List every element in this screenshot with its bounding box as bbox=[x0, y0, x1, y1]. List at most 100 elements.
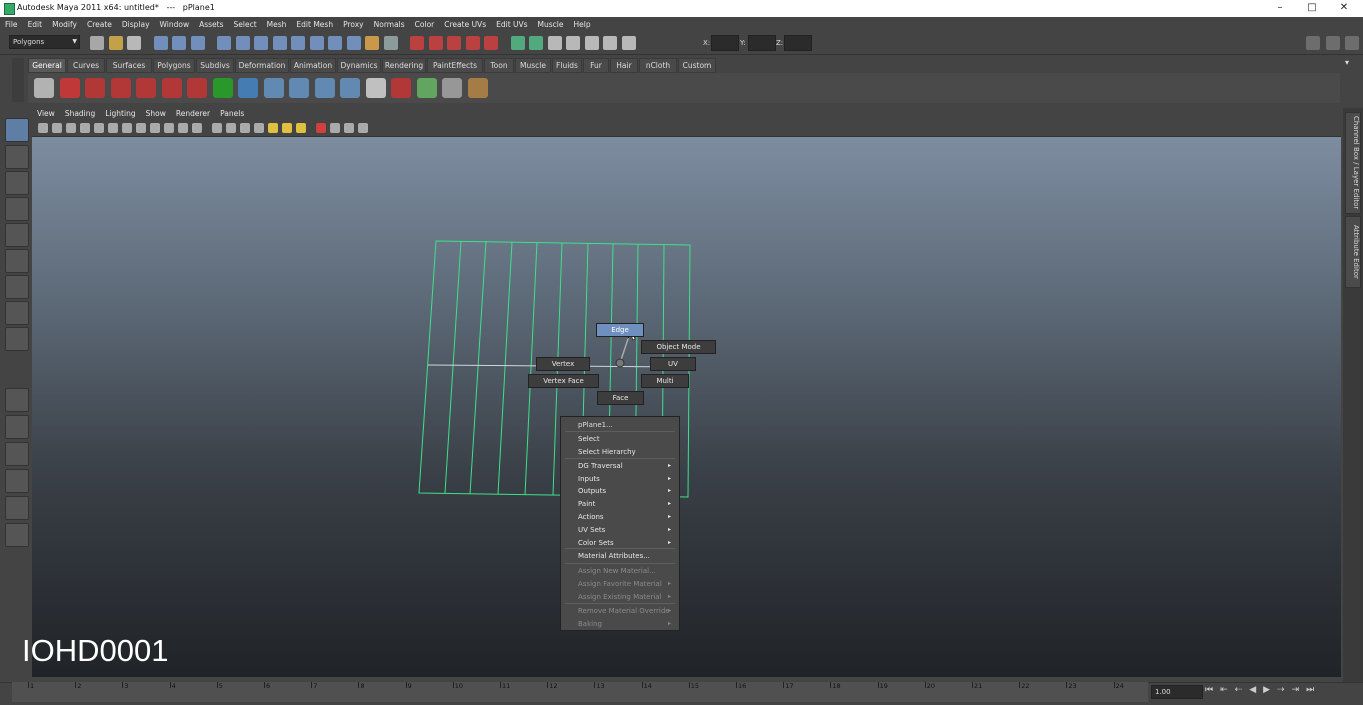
snap-to-surface-icon[interactable] bbox=[309, 36, 324, 50]
default-material-icon[interactable] bbox=[240, 123, 250, 133]
single-perspective-layout-icon[interactable] bbox=[5, 388, 29, 412]
attribute-editor-tab[interactable]: Attribute Editor bbox=[1345, 216, 1361, 288]
safe-action-icon[interactable] bbox=[178, 123, 188, 133]
history-icon[interactable] bbox=[383, 36, 398, 50]
rotate-tool-icon[interactable] bbox=[5, 223, 29, 247]
menu-edit[interactable]: Edit bbox=[23, 17, 48, 32]
persp-graph-hypergraph-layout-icon[interactable] bbox=[5, 523, 29, 547]
image-plane-icon[interactable] bbox=[80, 123, 90, 133]
select-by-hierarchy-icon[interactable] bbox=[153, 36, 168, 50]
step-forward-key-icon[interactable]: ⇥ bbox=[1292, 685, 1307, 695]
select-by-component-icon[interactable] bbox=[190, 36, 205, 50]
context-item-actions[interactable]: Actions ▸ bbox=[578, 512, 671, 522]
select-by-object-icon[interactable] bbox=[172, 36, 186, 50]
select-tool-icon[interactable] bbox=[5, 118, 29, 142]
minimize-button[interactable]: – bbox=[1266, 1, 1294, 15]
maximize-button[interactable]: □ bbox=[1298, 1, 1326, 15]
play-backward-icon[interactable]: ◀ bbox=[1249, 685, 1263, 695]
context-item-paint[interactable]: Paint ▸ bbox=[578, 499, 671, 509]
shelf-tab-curves[interactable]: Curves bbox=[67, 58, 105, 73]
context-item-inputs[interactable]: Inputs ▸ bbox=[578, 474, 671, 484]
paint-brush-icon[interactable] bbox=[467, 78, 488, 98]
field-chart-icon[interactable] bbox=[164, 123, 174, 133]
step-forward-icon[interactable]: ⇢ bbox=[1277, 685, 1292, 695]
two-d-pan-icon[interactable] bbox=[94, 123, 104, 133]
script-icon[interactable] bbox=[365, 78, 386, 98]
camera-attributes-icon[interactable] bbox=[52, 123, 62, 133]
snap-view-plane-icon[interactable] bbox=[272, 36, 287, 50]
render-view-icon[interactable] bbox=[484, 36, 498, 50]
shelf-tab-polygons[interactable]: Polygons bbox=[153, 58, 195, 73]
perspective-viewport[interactable] bbox=[32, 137, 1341, 677]
time-ruler[interactable]: 1 2 3 4 5 6 7 8 9 10 11 12 13 14 15 16 17 18 19 20 21 22 23 24 bbox=[12, 682, 1148, 702]
menu-edit-mesh[interactable]: Edit Mesh bbox=[291, 17, 338, 32]
film-gate-icon[interactable] bbox=[122, 123, 132, 133]
shelf-menu-icon[interactable]: ▾ bbox=[1345, 58, 1349, 67]
shelf-tab-ncloth[interactable]: nCloth bbox=[639, 58, 677, 73]
magnet-icon[interactable] bbox=[85, 78, 105, 98]
layout-icon[interactable] bbox=[1306, 36, 1320, 50]
render-current-icon[interactable] bbox=[410, 36, 424, 50]
joint-icon[interactable] bbox=[340, 78, 360, 98]
panel-menu-renderer[interactable]: Renderer bbox=[171, 108, 215, 120]
menu-edit-uvs[interactable]: Edit UVs bbox=[491, 17, 532, 32]
textured-icon[interactable] bbox=[254, 123, 264, 133]
marking-face[interactable]: Face bbox=[597, 391, 644, 405]
play-forward-icon[interactable]: ▶ bbox=[1263, 685, 1277, 695]
open-scene-icon[interactable] bbox=[108, 36, 123, 50]
menu-mesh[interactable]: Mesh bbox=[262, 17, 292, 32]
step-back-icon[interactable]: ⇠ bbox=[1235, 685, 1250, 695]
numeric-input-icon[interactable] bbox=[621, 36, 636, 50]
shelf-tab-muscle[interactable]: Muscle bbox=[515, 58, 551, 73]
joint-icon[interactable] bbox=[314, 78, 335, 98]
input-line-icon[interactable] bbox=[510, 36, 525, 50]
current-frame-field[interactable]: 1.00 bbox=[1151, 685, 1203, 699]
relative-transform-icon[interactable] bbox=[566, 36, 580, 50]
z-input[interactable] bbox=[784, 35, 812, 51]
smooth-shading-icon[interactable] bbox=[226, 123, 236, 133]
context-item-color-sets[interactable]: Color Sets ▸ bbox=[578, 538, 671, 548]
attribute-editor-toggle-icon[interactable] bbox=[1345, 36, 1359, 50]
gate-mask-icon[interactable] bbox=[150, 123, 160, 133]
magnet-icon[interactable] bbox=[136, 78, 156, 98]
context-header[interactable]: pPlane1... bbox=[578, 420, 613, 430]
persp-outliner-layout-icon[interactable] bbox=[5, 442, 29, 466]
menu-assets[interactable]: Assets bbox=[194, 17, 228, 32]
context-item-material-attributes[interactable]: Material Attributes... bbox=[578, 551, 650, 561]
panel-menu-lighting[interactable]: Lighting bbox=[100, 108, 140, 120]
step-back-key-icon[interactable]: ⇤ bbox=[1220, 685, 1235, 695]
panel-menu-view[interactable]: View bbox=[32, 108, 60, 120]
shelf-tab-fur[interactable]: Fur bbox=[583, 58, 609, 73]
show-manipulator-icon[interactable] bbox=[5, 327, 29, 351]
menu-proxy[interactable]: Proxy bbox=[338, 17, 369, 32]
paint-select-tool-icon[interactable] bbox=[5, 171, 29, 195]
marking-edge[interactable]: Edge bbox=[596, 323, 644, 337]
hypershade-icon[interactable] bbox=[465, 36, 480, 50]
channel-box-toggle-icon[interactable] bbox=[1326, 36, 1340, 50]
context-item-select-hierarchy[interactable]: Select Hierarchy bbox=[578, 447, 636, 457]
camera-select-icon[interactable] bbox=[38, 123, 48, 133]
shelf-tab-surfaces[interactable]: Surfaces bbox=[106, 58, 152, 73]
snap-grid-icon[interactable] bbox=[217, 36, 231, 50]
universal-manipulator-icon[interactable] bbox=[5, 275, 29, 299]
context-item-uv-sets[interactable]: UV Sets ▸ bbox=[578, 525, 671, 535]
shelf-tab-general[interactable]: General bbox=[28, 58, 66, 73]
lasso-tool-icon[interactable] bbox=[5, 145, 29, 169]
script-icon[interactable] bbox=[391, 78, 411, 98]
snap-edge-icon[interactable] bbox=[328, 36, 342, 50]
go-to-end-icon[interactable]: ⏭ bbox=[1306, 685, 1321, 695]
shelf-tab-subdivs[interactable]: Subdivs bbox=[196, 58, 234, 73]
resolution-gate-icon[interactable] bbox=[136, 123, 146, 133]
light-all-icon[interactable] bbox=[282, 123, 292, 133]
move-tool-icon[interactable] bbox=[5, 197, 29, 221]
y-input[interactable] bbox=[748, 35, 776, 51]
menu-display[interactable]: Display bbox=[117, 17, 155, 32]
shelf-tab-fluids[interactable]: Fluids bbox=[552, 58, 582, 73]
context-item-dg-traversal[interactable]: DG Traversal ▸ bbox=[578, 461, 671, 471]
make-live-icon[interactable] bbox=[291, 36, 305, 50]
rename-icon[interactable] bbox=[584, 36, 599, 50]
persp-graph-layout-icon[interactable] bbox=[5, 469, 29, 493]
x-input[interactable] bbox=[711, 35, 739, 51]
shadow-icon[interactable] bbox=[296, 123, 306, 133]
shelf-tab-dynamics[interactable]: Dynamics bbox=[337, 58, 381, 73]
